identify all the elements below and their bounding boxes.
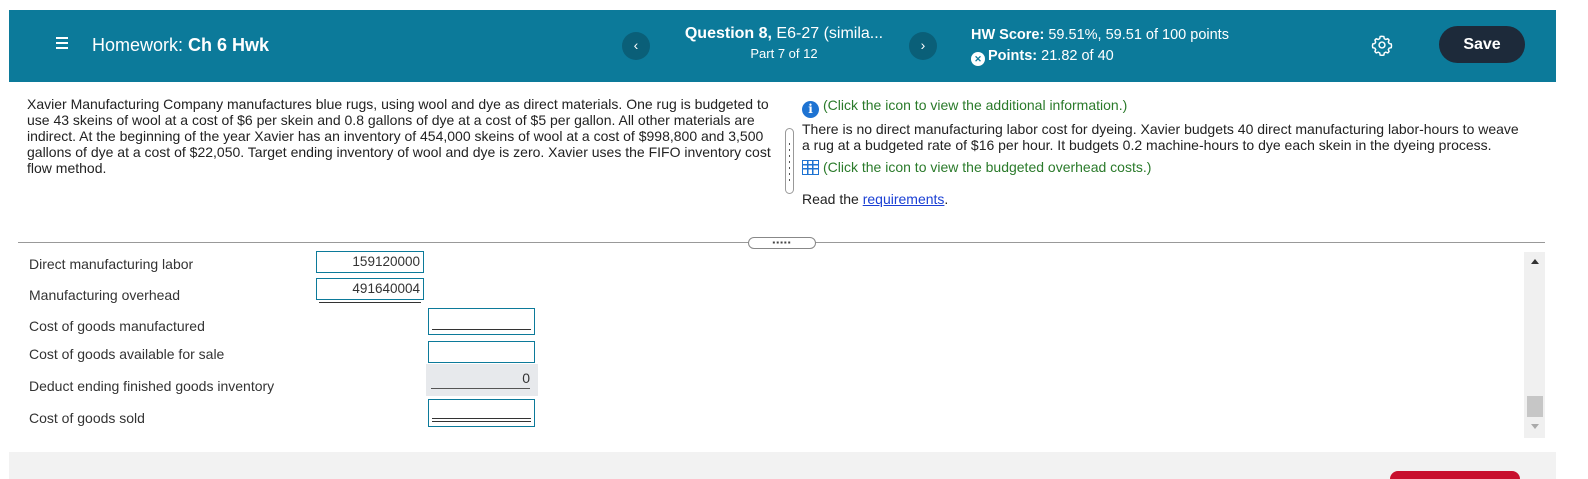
previous-question-button[interactable]: ‹ [622,32,650,60]
hw-score-label: HW Score: [971,27,1045,43]
info-icon[interactable]: i [802,101,819,118]
overhead-costs-row[interactable]: (Click the icon to view the budgeted ove… [802,159,1522,175]
cogm-label: Cost of goods manufactured [29,318,205,334]
direct-labor-label: Direct manufacturing labor [29,256,194,272]
points-icon: ✕ [971,52,985,66]
ending-fg-number: 0 [522,370,530,386]
problem-text: Xavier Manufacturing Company manufacture… [27,96,771,176]
scroll-up-arrow-icon[interactable] [1531,259,1539,264]
question-number: Question 8, [684,25,772,42]
overhead-underline [319,302,421,303]
cogas-input[interactable] [428,341,535,363]
points-label: Points: [988,48,1038,64]
table-grid-icon[interactable] [802,160,819,175]
points-value: 21.82 of 40 [1037,48,1114,64]
cogs-label: Cost of goods sold [29,410,145,426]
footer-action-button[interactable] [1390,471,1520,479]
score-panel: HW Score: 59.51%, 59.51 of 100 points ✕ P… [971,25,1229,67]
header-bar: Homework: Ch 6 Hwk ‹ Question 8, E6-27 (… [9,10,1556,82]
additional-info-pane: i (Click the icon to view the additional … [802,97,1522,207]
question-name: E6-27 (simila... [771,25,884,42]
homework-name: Ch 6 Hwk [188,35,270,55]
ending-fg-value: 0 [426,364,538,396]
homework-title: Homework: Ch 6 Hwk [92,35,269,56]
homework-prefix: Homework: [92,35,184,55]
scroll-down-arrow-icon[interactable] [1531,424,1539,429]
additional-info-row[interactable]: i (Click the icon to view the additional … [802,97,1522,118]
overhead-label: Manufacturing overhead [29,287,180,303]
direct-labor-value[interactable]: 159120000 [316,251,424,273]
overhead-value[interactable]: 491640004 [316,278,424,300]
additional-info-text: There is no direct manufacturing labor c… [802,121,1519,153]
question-title: Question 8, E6-27 (simila... Part 7 of 1… [664,25,904,61]
period-text: . [944,191,949,207]
overhead-costs-link[interactable]: (Click the icon to view the budgeted ove… [823,159,1151,175]
footer-bar [9,452,1556,479]
question-part: Part 7 of 12 [750,46,818,61]
hw-score-value: 59.51%, 59.51 of 100 points [1044,27,1229,43]
menu-icon[interactable] [56,37,68,49]
cogm-input[interactable] [428,308,535,335]
requirements-line: Read the requirements. [802,191,1522,207]
next-question-button[interactable]: › [909,32,937,60]
save-button[interactable]: Save [1439,26,1525,63]
ending-fg-label: Deduct ending finished goods inventory [29,378,275,394]
settings-gear-icon[interactable] [1371,34,1393,56]
scrollbar-thumb[interactable] [1527,396,1543,417]
requirements-link[interactable]: requirements [863,191,945,207]
additional-info-link[interactable]: (Click the icon to view the additional i… [823,97,1127,113]
horizontal-splitter-handle[interactable]: ▪▪▪▪▪ [748,237,816,249]
cogs-input[interactable] [428,399,535,427]
vertical-splitter-handle[interactable] [785,128,794,194]
cogas-label: Cost of goods available for sale [29,346,225,362]
read-the-text: Read the [802,191,863,207]
